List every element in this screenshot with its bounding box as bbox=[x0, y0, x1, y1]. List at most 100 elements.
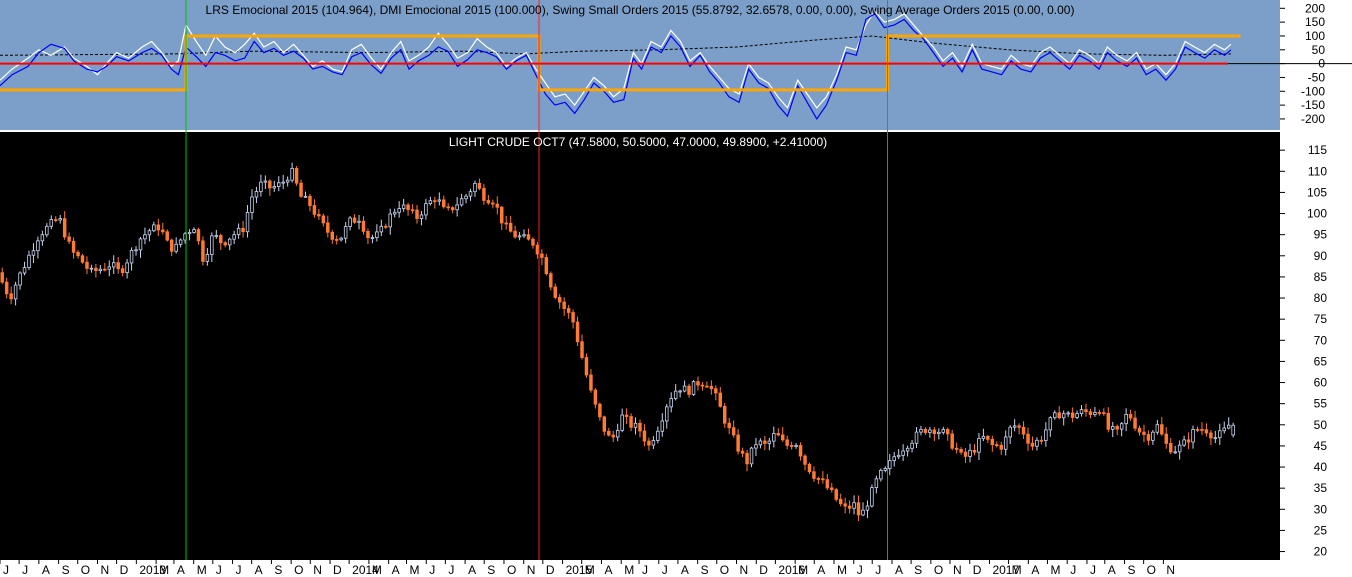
price-candle-up bbox=[147, 230, 152, 236]
price-candle-down bbox=[450, 207, 455, 211]
price-candle-down bbox=[156, 224, 161, 231]
price-candle-down bbox=[731, 427, 736, 436]
price-candle-down bbox=[196, 229, 201, 242]
price-candle-down bbox=[575, 321, 580, 343]
price-title: LIGHT CRUDE OCT7 (47.5800, 50.5000, 47.0… bbox=[449, 135, 827, 149]
price-candle-up bbox=[192, 229, 196, 233]
price-y-tick-label: 100 bbox=[1307, 207, 1327, 221]
price-candle-up bbox=[754, 444, 758, 449]
price-candle-down bbox=[1102, 412, 1106, 414]
price-candle-down bbox=[442, 199, 446, 208]
indicator-y-tick-label: -100 bbox=[1301, 84, 1325, 98]
price-candle-up bbox=[348, 217, 352, 227]
price-candle-down bbox=[76, 251, 80, 257]
price-candle-up bbox=[977, 438, 981, 453]
x-tick-label: D bbox=[973, 563, 982, 577]
price-candle-down bbox=[4, 281, 9, 295]
price-candle-up bbox=[89, 267, 94, 270]
price-candle-down bbox=[812, 471, 816, 479]
price-candle-down bbox=[531, 238, 535, 246]
price-candle-up bbox=[914, 431, 919, 444]
price-candle-down bbox=[406, 204, 410, 211]
x-tick-label: N bbox=[1166, 563, 1175, 577]
price-candle-up bbox=[49, 219, 54, 227]
price-candle-down bbox=[116, 262, 120, 270]
price-candle-down bbox=[165, 231, 169, 241]
price-candle-up bbox=[1177, 444, 1182, 453]
price-candle-down bbox=[308, 195, 312, 206]
price-candle-down bbox=[1146, 434, 1151, 441]
x-tick-label: M bbox=[372, 563, 382, 577]
price-candle-down bbox=[709, 385, 714, 390]
price-y-tick-label: 90 bbox=[1314, 249, 1328, 263]
price-candle-up bbox=[758, 440, 763, 446]
price-candle-down bbox=[446, 206, 450, 209]
price-candle-down bbox=[169, 239, 174, 252]
price-candle-down bbox=[1057, 412, 1061, 419]
price-candle-down bbox=[299, 182, 303, 197]
price-candle-down bbox=[241, 227, 245, 233]
price-candle-up bbox=[892, 456, 896, 462]
price-candle-up bbox=[259, 181, 263, 192]
x-tick-label: A bbox=[392, 563, 400, 577]
x-tick-label: S bbox=[487, 563, 495, 577]
price-candle-down bbox=[1017, 425, 1021, 428]
price-y-tick-label: 20 bbox=[1314, 545, 1328, 559]
price-candle-up bbox=[254, 191, 259, 198]
price-candle-up bbox=[1008, 426, 1012, 438]
x-tick-label: N bbox=[740, 563, 749, 577]
price-candle-down bbox=[1088, 411, 1093, 415]
price-candle-up bbox=[1222, 427, 1226, 432]
price-candle-up bbox=[388, 213, 392, 228]
price-candle-down bbox=[1164, 433, 1169, 444]
price-candle-down bbox=[923, 428, 928, 433]
price-candle-up bbox=[401, 204, 406, 209]
price-candle-down bbox=[486, 200, 491, 204]
price-candle-up bbox=[210, 235, 214, 255]
price-candle-up bbox=[910, 442, 914, 449]
x-tick-label: M bbox=[409, 563, 419, 577]
price-candle-up bbox=[468, 191, 473, 197]
x-tick-label: D bbox=[120, 563, 129, 577]
price-candle-down bbox=[780, 434, 785, 441]
x-tick-label: M bbox=[837, 563, 847, 577]
price-candle-up bbox=[861, 509, 865, 516]
price-candle-down bbox=[856, 502, 861, 516]
price-candle-down bbox=[1204, 429, 1209, 434]
price-candle-down bbox=[647, 440, 651, 446]
price-candle-down bbox=[745, 452, 749, 465]
price-candle-down bbox=[1039, 439, 1044, 442]
price-candle-down bbox=[330, 231, 335, 240]
price-candle-up bbox=[473, 182, 477, 193]
price-y-tick-label: 35 bbox=[1314, 481, 1328, 495]
price-candle-down bbox=[736, 434, 740, 452]
price-candle-up bbox=[1075, 413, 1079, 418]
price-candle-up bbox=[968, 449, 972, 457]
x-tick-label: A bbox=[681, 563, 689, 577]
price-candle-down bbox=[1209, 432, 1213, 439]
price-candle-up bbox=[178, 239, 183, 245]
price-candle-up bbox=[888, 460, 892, 469]
price-candle-down bbox=[1128, 414, 1133, 419]
x-tick-label: J bbox=[448, 563, 454, 577]
x-tick-label: J bbox=[857, 563, 863, 577]
price-candle-down bbox=[317, 213, 321, 217]
x-tick-label: N bbox=[527, 563, 536, 577]
price-candle-up bbox=[250, 196, 254, 213]
price-candle-down bbox=[513, 230, 517, 238]
price-candle-up bbox=[1124, 414, 1128, 425]
price-candle-down bbox=[94, 267, 98, 272]
price-candle-down bbox=[598, 403, 602, 418]
price-candle-up bbox=[1231, 424, 1235, 436]
price-candle-down bbox=[727, 422, 731, 429]
x-tick-label: J bbox=[216, 563, 222, 577]
price-candle-down bbox=[723, 405, 727, 424]
x-tick-label: D bbox=[759, 563, 768, 577]
price-candle-down bbox=[80, 255, 85, 263]
x-tick-label: N bbox=[953, 563, 962, 577]
price-candle-down bbox=[607, 430, 611, 436]
price-candle-down bbox=[1084, 409, 1088, 413]
price-candle-up bbox=[1053, 412, 1057, 419]
price-candle-down bbox=[1195, 428, 1200, 431]
price-candle-up bbox=[455, 204, 459, 211]
